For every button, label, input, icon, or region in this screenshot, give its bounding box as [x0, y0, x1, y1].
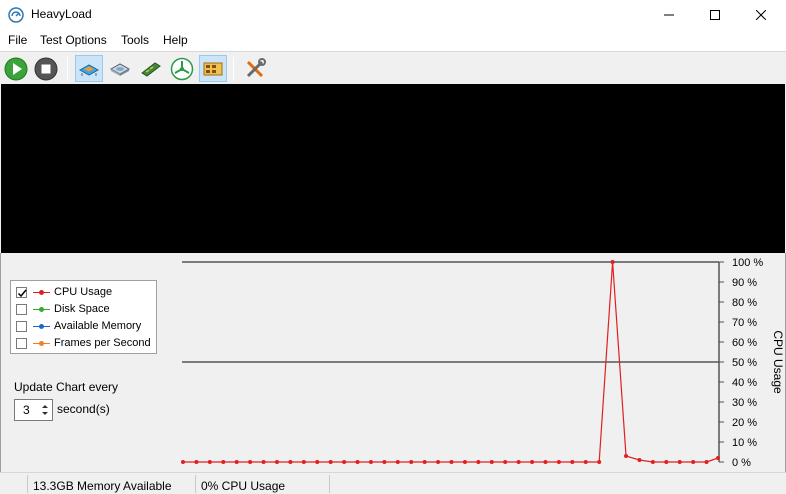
maximize-icon — [710, 10, 720, 20]
cpu-usage-checkbox[interactable] — [16, 287, 27, 298]
update-interval-value: 3 — [23, 403, 30, 417]
write-disk-button[interactable] — [106, 55, 134, 82]
cpu-icon — [78, 63, 100, 76]
memory-available-status: 13.3GB Memory Available — [33, 479, 172, 493]
maximize-button[interactable] — [692, 0, 738, 30]
status-bar: 13.3GB Memory Available 0% CPU Usage — [0, 472, 786, 494]
update-interval-unit: second(s) — [57, 402, 110, 416]
heavyload-app-icon — [8, 7, 24, 23]
status-cell-memory: 13.3GB Memory Available — [27, 475, 195, 493]
play-icon — [4, 57, 28, 80]
spinner-arrows-icon[interactable] — [40, 402, 50, 418]
window-title: HeavyLoad — [31, 7, 92, 21]
checkmark-icon — [17, 289, 27, 298]
legend-item-disk-space[interactable]: Disk Space — [16, 301, 156, 317]
close-button[interactable] — [738, 0, 784, 30]
stress-gpu-button[interactable] — [168, 55, 196, 82]
menu-help[interactable]: Help — [163, 33, 188, 47]
menu-test-options[interactable]: Test Options — [40, 33, 107, 47]
grid-icon — [203, 62, 223, 75]
legend-label: CPU Usage — [54, 286, 113, 298]
legend-item-frames-per-second[interactable]: Frames per Second — [16, 335, 156, 351]
cpu-usage-status: 0% CPU Usage — [201, 479, 286, 493]
stop-button[interactable] — [32, 55, 60, 82]
temp-files-button[interactable] — [199, 55, 227, 82]
legend-label: Disk Space — [54, 303, 110, 315]
toolbar — [0, 51, 786, 84]
available-memory-checkbox[interactable] — [16, 321, 27, 332]
start-button[interactable] — [2, 55, 30, 82]
stress-cpu-button[interactable] — [75, 55, 103, 82]
close-icon — [756, 10, 766, 20]
disk-icon — [109, 62, 131, 76]
tools-icon — [246, 57, 266, 77]
menu-tools[interactable]: Tools — [121, 33, 149, 47]
title-bar: HeavyLoad — [0, 0, 786, 30]
disk-space-checkbox[interactable] — [16, 304, 27, 315]
options-button[interactable] — [241, 55, 269, 82]
chart-legend: CPU Usage Disk Space Available Memory Fr… — [10, 280, 157, 354]
menu-file[interactable]: File — [8, 33, 27, 47]
menu-bar: File Test Options Tools Help — [0, 30, 786, 51]
fan-icon — [170, 57, 194, 80]
minimize-button[interactable] — [646, 0, 692, 30]
minimize-icon — [664, 14, 674, 16]
status-cell-cpu: 0% CPU Usage — [195, 475, 329, 493]
update-interval-spinner[interactable]: 3 — [14, 399, 53, 421]
load-visualization-area — [1, 84, 785, 253]
memory-icon — [141, 61, 161, 77]
status-cell-empty — [329, 475, 784, 493]
legend-item-available-memory[interactable]: Available Memory — [16, 318, 156, 334]
stop-icon — [34, 57, 58, 80]
frames-per-second-checkbox[interactable] — [16, 338, 27, 349]
legend-label: Frames per Second — [54, 337, 151, 349]
allocate-memory-button[interactable] — [137, 55, 165, 82]
update-chart-label: Update Chart every — [14, 380, 119, 394]
legend-item-cpu-usage[interactable]: CPU Usage — [16, 284, 156, 300]
legend-label: Available Memory — [54, 320, 142, 332]
